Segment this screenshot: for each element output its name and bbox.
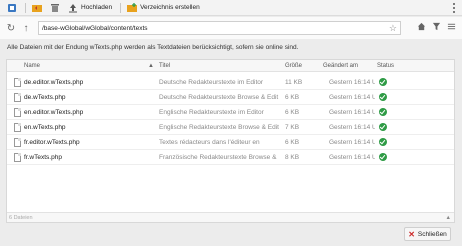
column-header-modified[interactable]: Geändert am bbox=[323, 63, 358, 69]
file-name: de.wTexts.php bbox=[24, 94, 66, 101]
file-name: de.editor.wTexts.php bbox=[24, 79, 84, 86]
file-size: 6 KB bbox=[285, 94, 300, 101]
file-title: Englische Redakteurstexte Browse & Edit bbox=[159, 124, 279, 131]
file-title: Deutsche Redakteurstexte Browse & Edit bbox=[159, 94, 279, 101]
settings-button[interactable] bbox=[4, 1, 20, 15]
table-row[interactable]: fr.wTexts.php Französische Redakteurstex… bbox=[7, 150, 454, 165]
file-size: 7 KB bbox=[285, 124, 300, 131]
file-modified: Gestern 16:14 Uhr bbox=[329, 94, 375, 101]
refresh-icon[interactable]: ↻ bbox=[5, 22, 17, 34]
toolbar-divider bbox=[25, 2, 26, 13]
file-title: Deutsche Redakteurstexte im Editor bbox=[159, 79, 264, 86]
status-online-icon bbox=[379, 108, 387, 116]
folder-back-icon bbox=[32, 3, 42, 13]
create-folder-button[interactable]: Verzeichnis erstellen bbox=[124, 1, 203, 15]
file-title: Französische Redakteurstexte Browse & bbox=[159, 154, 277, 161]
file-icon bbox=[14, 93, 21, 102]
column-header-title[interactable]: Titel bbox=[159, 63, 170, 69]
table-footer: 6 Dateien ▲ bbox=[7, 212, 454, 222]
file-size: 6 KB bbox=[285, 139, 300, 146]
file-name: fr.wTexts.php bbox=[24, 154, 62, 161]
file-icon bbox=[14, 123, 21, 132]
file-count: 6 Dateien bbox=[9, 215, 33, 221]
scroll-up-icon[interactable]: ▲ bbox=[446, 215, 451, 221]
file-name: en.editor.wTexts.php bbox=[24, 109, 84, 116]
status-online-icon bbox=[379, 153, 387, 161]
delete-button[interactable] bbox=[47, 1, 63, 15]
list-view-icon[interactable] bbox=[447, 22, 456, 33]
navigation-bar: ↻ ↑ /base-wGlobal/wGlobal/content/texts … bbox=[0, 17, 462, 39]
close-icon: ✕ bbox=[408, 229, 415, 239]
table-row[interactable]: de.wTexts.php Deutsche Redakteurstexte B… bbox=[7, 90, 454, 105]
status-online-icon bbox=[379, 123, 387, 131]
table-row[interactable]: de.editor.wTexts.php Deutsche Redakteurs… bbox=[7, 75, 454, 90]
table-header: Name ▲ Titel Größe Geändert am Status bbox=[7, 60, 454, 72]
file-title: Textes rédacteurs dans l'éditeur en bbox=[159, 139, 260, 146]
file-modified: Gestern 16:14 Uhr bbox=[329, 154, 375, 161]
file-size: 8 KB bbox=[285, 154, 300, 161]
column-header-name[interactable]: Name bbox=[24, 63, 40, 69]
close-label: Schließen bbox=[417, 230, 447, 238]
file-modified: Gestern 16:14 Uhr bbox=[329, 109, 375, 116]
star-icon[interactable]: ☆ bbox=[389, 23, 397, 34]
upload-icon bbox=[68, 3, 78, 13]
file-icon bbox=[14, 153, 21, 162]
toolbar-divider bbox=[120, 2, 122, 13]
filter-icon[interactable] bbox=[432, 22, 441, 33]
sort-ascending-icon[interactable]: ▲ bbox=[148, 63, 154, 69]
trash-icon bbox=[50, 3, 60, 13]
info-text: Alle Dateien mit der Endung wTexts.php w… bbox=[7, 44, 299, 51]
home-icon[interactable] bbox=[417, 22, 426, 33]
upload-label: Hochladen bbox=[81, 4, 113, 11]
arrow-up-icon[interactable]: ↑ bbox=[20, 22, 32, 34]
file-name: fr.editor.wTexts.php bbox=[24, 139, 80, 146]
table-row[interactable]: en.editor.wTexts.php Englische Redakteur… bbox=[7, 105, 454, 120]
file-icon bbox=[14, 78, 21, 87]
path-text: /base-wGlobal/wGlobal/content/texts bbox=[42, 24, 148, 32]
status-online-icon bbox=[379, 93, 387, 101]
create-folder-label: Verzeichnis erstellen bbox=[140, 4, 200, 11]
new-folder-icon bbox=[127, 2, 138, 13]
file-size: 6 KB bbox=[285, 109, 300, 116]
file-title: Englische Redakteurstexte im Editor bbox=[159, 109, 264, 116]
table-row[interactable]: fr.editor.wTexts.php Textes rédacteurs d… bbox=[7, 135, 454, 150]
file-icon bbox=[14, 108, 21, 117]
settings-icon bbox=[7, 3, 17, 13]
nav-actions bbox=[417, 22, 456, 33]
column-header-size[interactable]: Größe bbox=[285, 63, 302, 69]
file-modified: Gestern 16:14 Uhr bbox=[329, 79, 375, 86]
table-row[interactable]: en.wTexts.php Englische Redakteurstexte … bbox=[7, 120, 454, 135]
column-header-status[interactable]: Status bbox=[377, 63, 394, 69]
close-button[interactable]: ✕ Schließen bbox=[404, 227, 451, 241]
upload-button[interactable]: Hochladen bbox=[65, 1, 115, 15]
status-online-icon bbox=[379, 138, 387, 146]
back-folder-button[interactable] bbox=[29, 1, 45, 15]
more-menu-icon[interactable] bbox=[452, 3, 456, 13]
toolbar: Hochladen Verzeichnis erstellen bbox=[0, 0, 462, 16]
file-icon bbox=[14, 138, 21, 147]
file-name: en.wTexts.php bbox=[24, 124, 66, 131]
status-online-icon bbox=[379, 78, 387, 86]
file-table: Name ▲ Titel Größe Geändert am Status de… bbox=[6, 59, 455, 223]
file-modified: Gestern 16:14 Uhr bbox=[329, 139, 375, 146]
path-field[interactable]: /base-wGlobal/wGlobal/content/texts ☆ bbox=[38, 21, 401, 35]
file-size: 11 KB bbox=[285, 79, 303, 86]
file-modified: Gestern 16:14 Uhr bbox=[329, 124, 375, 131]
